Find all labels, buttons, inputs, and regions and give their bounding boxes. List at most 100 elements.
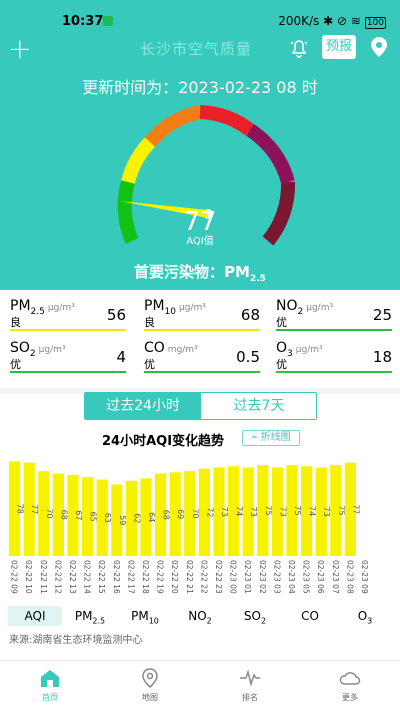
pollutant-card[interactable]: PM2.5 μg/m³ 良 56 <box>10 298 134 332</box>
pollutant-grade: 优 <box>276 358 287 371</box>
x-tick-label: 02-23 04 <box>287 560 296 594</box>
bar-value-label: 67 <box>74 510 83 520</box>
bar-value-label: 70 <box>191 508 200 518</box>
update-time: 更新时间为：2023-02-23 08 时 <box>82 78 318 97</box>
x-tick-label: 02-22 23 <box>214 560 223 594</box>
tab-past-7d[interactable]: 过去7天 <box>201 393 316 419</box>
add-city-icon[interactable]: + <box>8 35 31 63</box>
x-tick-label: 02-22 19 <box>156 560 165 594</box>
pollutant-card[interactable]: PM10 μg/m³ 良 68 <box>144 298 268 332</box>
chart-icon: ⌁ <box>251 432 261 443</box>
pollutant-card[interactable]: SO2 μg/m³ 优 4 <box>10 340 134 374</box>
x-tick-label: 02-22 10 <box>24 560 33 594</box>
bottom-navigation: 首页 地图 排名 更多 <box>0 660 400 711</box>
pollutant-card[interactable]: NO2 μg/m³ 优 25 <box>276 298 400 332</box>
bar-value-label: 70 <box>45 508 54 518</box>
status-right: 200K/s ✱ ⊘ ≋ 100 <box>278 14 386 29</box>
x-tick-label: 02-22 21 <box>185 560 194 594</box>
nav-label: 排名 <box>242 693 258 702</box>
pollutant-value: 25 <box>372 306 392 324</box>
tab-pollutant[interactable]: PM2.5 <box>63 606 117 626</box>
tab-pollutant[interactable]: AQI <box>8 606 62 626</box>
x-tick-label: 02-22 12 <box>53 560 62 594</box>
x-tick-label: 02-22 13 <box>68 560 77 594</box>
bar-value-label: 77 <box>351 504 360 514</box>
pollutant-tabs: AQI PM2.5 PM10 NO2 SO2 CO O3 <box>0 602 400 626</box>
x-tick-label: 02-22 09 <box>10 560 19 594</box>
mute-icon: ⊘ <box>337 14 348 28</box>
bar-value-label: 73 <box>220 507 229 517</box>
x-tick-label: 02-22 14 <box>83 560 92 594</box>
x-tick-label: 02-22 20 <box>170 560 179 594</box>
x-tick-label: 02-23 01 <box>243 560 252 594</box>
x-tick-label: 02-22 16 <box>112 560 121 594</box>
tab-past-24h[interactable]: 过去24小时 <box>85 393 201 419</box>
x-tick-label: 02-22 18 <box>141 560 150 594</box>
bar-value-label: 59 <box>118 515 127 525</box>
location-icon[interactable] <box>370 36 388 58</box>
aqi-label: AQI值 <box>186 236 214 247</box>
x-tick-label: 02-22 15 <box>97 560 106 594</box>
nav-label: 更多 <box>342 693 358 702</box>
status-time: 10:37 <box>62 14 104 29</box>
bar-value-label: 65 <box>89 512 98 522</box>
pulse-icon <box>240 669 260 687</box>
x-tick-label: 02-23 09 <box>360 560 369 594</box>
bar-value-label: 75 <box>337 505 346 515</box>
tab-pollutant[interactable]: NO2 <box>173 606 227 626</box>
battery-icon: 100 <box>364 17 386 29</box>
pollutant-level-bar <box>144 371 260 373</box>
nav-item[interactable]: 更多 <box>300 661 400 712</box>
pollutant-value: 4 <box>116 348 126 366</box>
bar-value-label: 72 <box>205 507 214 517</box>
bar-value-label: 75 <box>264 505 273 515</box>
status-bar: 10:37 200K/s ✱ ⊘ ≋ 100 <box>0 0 400 32</box>
pollutant-level-bar <box>276 329 392 331</box>
hero-panel: + 长沙市空气质量 预报 更新时间为：2023-02-23 08 时 77 AQ… <box>0 32 400 290</box>
x-tick-label: 02-23 06 <box>316 560 325 594</box>
pollutant-level-bar <box>144 329 260 331</box>
data-source: 来源:湖南省生态环境监测中心 <box>9 635 143 646</box>
tab-pollutant[interactable]: SO2 <box>228 606 282 626</box>
x-tick-label: 02-22 17 <box>126 560 135 594</box>
pollutant-grid: PM2.5 μg/m³ 良 56 PM10 μg/m³ 良 68 NO2 μg/m³ 优 25 SO2 μ… <box>10 298 392 374</box>
tab-pollutant[interactable]: O3 <box>338 606 392 626</box>
x-tick-label: 02-23 05 <box>302 560 311 594</box>
pollutant-grade: 优 <box>10 358 21 371</box>
nav-item[interactable]: 地图 <box>100 661 200 712</box>
bar-value-label: 68 <box>59 510 68 520</box>
pollutant-card[interactable]: O3 μg/m³ 优 18 <box>276 340 400 374</box>
x-tick-label: 02-22 22 <box>199 560 208 594</box>
pollutant-value: 18 <box>372 348 392 366</box>
pollutant-grade: 优 <box>144 358 155 371</box>
x-tick-label: 02-23 03 <box>272 560 281 594</box>
tab-pollutant[interactable]: CO <box>283 606 337 626</box>
trend-title: 24小时AQI变化趋势 <box>102 434 225 449</box>
bar-value-label: 75 <box>293 505 302 515</box>
primary-pollutant: 首要污染物：PM2.5 <box>134 263 266 284</box>
x-tick-label: 02-23 07 <box>331 560 340 594</box>
x-tick-label: 02-23 00 <box>229 560 238 594</box>
pollutant-value: 56 <box>106 306 126 324</box>
nav-label: 地图 <box>142 693 158 702</box>
nav-item[interactable]: 首页 <box>0 661 100 712</box>
map-pin-icon <box>142 668 158 688</box>
bell-icon[interactable] <box>288 37 310 59</box>
nav-item[interactable]: 排名 <box>200 661 300 712</box>
tab-pollutant[interactable]: PM10 <box>118 606 172 626</box>
page-title: 长沙市空气质量 <box>140 40 253 58</box>
home-icon <box>41 670 59 687</box>
bar-value-label: 69 <box>176 509 185 519</box>
bar-value-label: 74 <box>308 506 317 516</box>
pollutant-card[interactable]: CO mg/m³ 优 0.5 <box>144 340 268 374</box>
forecast-button[interactable]: 预报 <box>322 35 356 59</box>
x-tick-label: 02-23 02 <box>258 560 267 594</box>
bar-value-label: 68 <box>162 510 171 520</box>
x-tick-label: 02-22 11 <box>39 560 48 594</box>
pollutant-value: 0.5 <box>236 348 260 366</box>
line-chart-toggle[interactable]: ⌁ 折线图 <box>242 430 300 446</box>
pollutant-value: 68 <box>240 306 260 324</box>
bar-value-label: 64 <box>147 512 156 522</box>
pollutant-level-bar <box>276 371 392 373</box>
bar-value-label: 77 <box>30 504 39 514</box>
